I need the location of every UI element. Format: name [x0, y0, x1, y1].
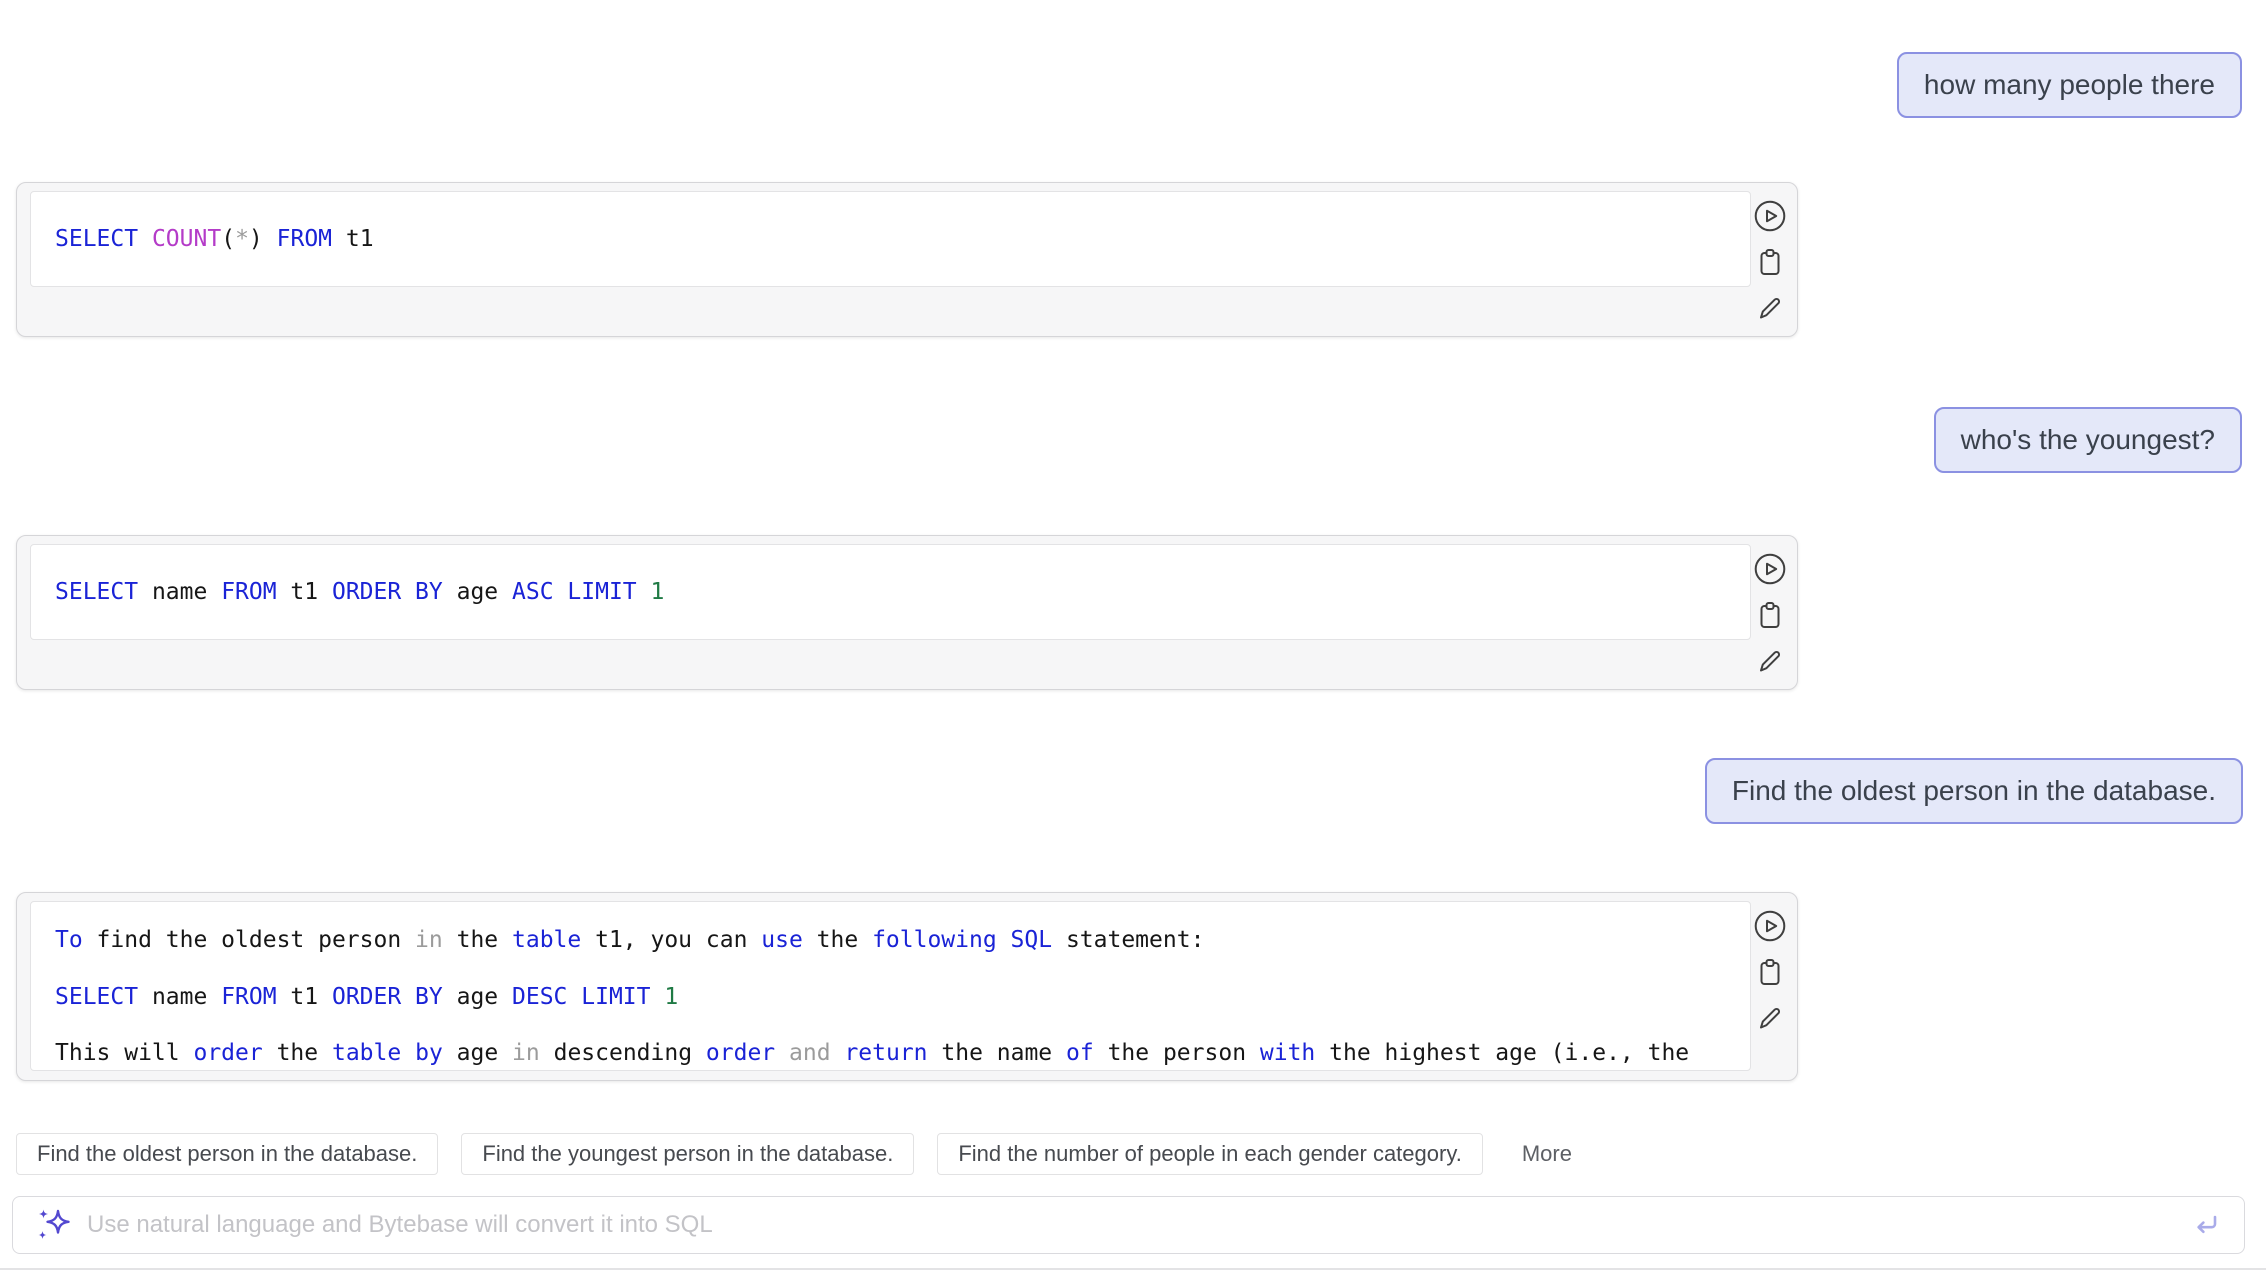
suggestion-chip-gender-count[interactable]: Find the number of people in each gender… [937, 1133, 1482, 1175]
run-button[interactable] [1753, 909, 1787, 943]
suggestion-chip-oldest[interactable]: Find the oldest person in the database. [16, 1133, 438, 1175]
ai-chat-panel: how many people there SELECT COUNT(*) FRO… [0, 0, 2266, 1274]
sql-code-editor[interactable]: SELECT COUNT(*) FROM t1 [30, 191, 1751, 287]
user-message-bubble: how many people there [1897, 52, 2242, 118]
edit-button[interactable] [1753, 644, 1787, 678]
more-button[interactable]: More [1516, 1140, 1578, 1168]
play-icon [1753, 199, 1787, 233]
enter-icon[interactable] [2190, 1209, 2222, 1241]
edit-button[interactable] [1753, 291, 1787, 325]
code-line: SELECT name FROM t1 ORDER BY age ASC LIM… [55, 567, 1726, 617]
clipboard-icon [1753, 598, 1787, 632]
sql-response-card: To find the oldest person in the table t… [16, 892, 1798, 1081]
card-action-column [1753, 199, 1787, 325]
sparkles-icon [35, 1207, 71, 1243]
suggestion-chips-row: Find the oldest person in the database. … [16, 1133, 1578, 1175]
bottom-divider [0, 1268, 2266, 1270]
code-line: This will order the table by age in desc… [55, 1025, 1726, 1071]
run-button[interactable] [1753, 552, 1787, 586]
nl2sql-input-bar[interactable] [12, 1196, 2245, 1254]
code-line: SELECT COUNT(*) FROM t1 [55, 214, 1726, 264]
sql-response-card: SELECT name FROM t1 ORDER BY age ASC LIM… [16, 535, 1798, 690]
user-message-bubble: who's the youngest? [1934, 407, 2242, 473]
clipboard-icon [1753, 245, 1787, 279]
run-button[interactable] [1753, 199, 1787, 233]
play-icon [1753, 909, 1787, 943]
sql-code-editor[interactable]: To find the oldest person in the table t… [30, 901, 1751, 1071]
nl2sql-input-field[interactable] [85, 1210, 2190, 1240]
code-line: SELECT name FROM t1 ORDER BY age DESC LI… [55, 969, 1726, 1026]
copy-button[interactable] [1753, 245, 1787, 279]
code-line: To find the oldest person in the table t… [55, 912, 1726, 969]
pencil-icon [1753, 644, 1787, 678]
card-action-column [1753, 552, 1787, 678]
edit-button[interactable] [1753, 1001, 1787, 1035]
play-icon [1753, 552, 1787, 586]
user-message-bubble: Find the oldest person in the database. [1705, 758, 2243, 824]
sql-response-card: SELECT COUNT(*) FROM t1 [16, 182, 1798, 337]
pencil-icon [1753, 291, 1787, 325]
copy-button[interactable] [1753, 598, 1787, 632]
card-action-column [1753, 909, 1787, 1035]
clipboard-icon [1753, 955, 1787, 989]
pencil-icon [1753, 1001, 1787, 1035]
sql-code-editor[interactable]: SELECT name FROM t1 ORDER BY age ASC LIM… [30, 544, 1751, 640]
suggestion-chip-youngest[interactable]: Find the youngest person in the database… [461, 1133, 914, 1175]
copy-button[interactable] [1753, 955, 1787, 989]
